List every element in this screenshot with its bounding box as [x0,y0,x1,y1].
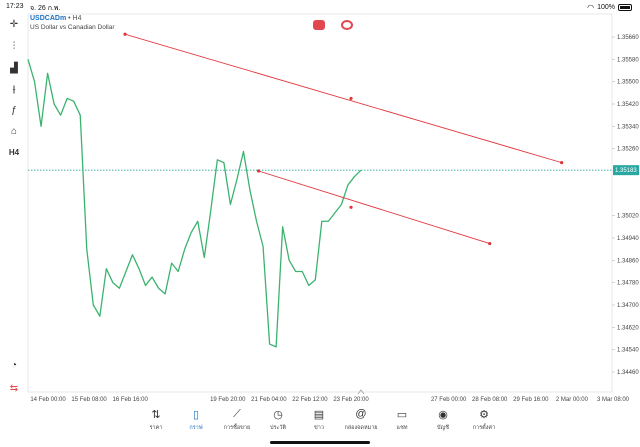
price-tick-label: 1.34780 [617,281,639,287]
price-tick-label: 1.35020 [617,214,639,220]
shapes-icon[interactable]: ⌂ [5,123,23,139]
price-tick-label: 1.35420 [617,102,639,108]
price-chart[interactable]: 1.35660 1.35580 1.35500 1.35420 1.35340 1.352… [0,0,640,404]
trade-chart-icon: ⟋ [233,408,241,420]
trendline-1-anchor [560,161,564,165]
price-tick-label: 1.34460 [617,370,639,376]
news-icon: ▤ [313,409,325,421]
chart-icon: ▯ [192,409,200,421]
nav-label: กล่องจดหมาย [344,425,378,431]
trendline-2-anchor [349,205,353,209]
nav-label: บัญชี [437,425,449,431]
history-icon: ◷ [273,409,283,421]
alerts-icon[interactable]: ◔ [5,357,23,373]
price-tick-label: 1.34860 [617,258,639,264]
time-tick-label: 27 Feb 00:00 [431,397,467,403]
price-tick-label: 1.35260 [617,147,639,153]
price-tick-label: 1.35500 [617,80,639,86]
mailbox-icon: @ [355,408,367,420]
nav-trade[interactable]: ⟋ การซื้อขาย [215,408,259,432]
trendline-2-anchor [488,241,492,246]
price-tick-label: 1.35340 [617,124,639,130]
indicators-icon[interactable]: ▟ [5,60,23,76]
price-tick-label: 1.35580 [617,57,639,63]
nav-quotes[interactable]: ⇅ ราคา [134,408,178,432]
symbol-description: US Dollar vs Canadian Dollar [30,24,115,31]
price-tick-label: 1.34620 [617,325,639,331]
price-tick-label: 1.34540 [617,348,639,354]
nav-label: แชท [396,425,408,431]
settings-icon: ⚙ [479,409,489,421]
quotes-icon: ⇅ [151,409,161,421]
chart-type-icon[interactable]: ⫶ [5,38,23,54]
one-click-trading-icon[interactable] [313,20,325,30]
nav-label: กราฟ [189,425,203,431]
sync-icon[interactable] [341,20,353,30]
price-tick-label: 1.35660 [617,35,639,41]
nav-label: ราคา [149,425,163,431]
symbol-header[interactable]: USDCADm • H4 [30,15,81,22]
nav-news[interactable]: ▤ ข่าว [297,408,341,432]
nav-label: การซื้อขาย [223,425,251,431]
time-tick-label: 15 Feb 08:00 [71,397,107,403]
price-tick-label: 1.34940 [617,236,639,242]
left-toolbar: ✛ ⫶ ▟ ⫲ ƒ ⌂ H4 ◔ ⇆ [0,14,28,394]
trendline-2-anchor [256,169,261,173]
time-tick-label: 14 Feb 00:00 [30,397,66,403]
trendline-1-anchor [123,32,127,36]
nav-history[interactable]: ◷ ประวัติ [256,408,300,432]
trade-icon[interactable]: ⇆ [5,380,23,396]
time-tick-label: 23 Feb 20:00 [333,397,369,403]
time-tick-label: 3 Mar 08:00 [597,397,630,403]
chart-mode-icons [313,20,353,30]
trendline-1 [124,33,562,164]
nav-chat[interactable]: ▭ แชท [380,408,424,432]
time-tick-label: 2 Mar 00:00 [556,397,589,403]
nav-label: ข่าว [314,425,324,431]
nav-settings[interactable]: ⚙ การตั้งค่า [462,408,506,432]
trendline-2 [258,170,490,245]
trendline-1-anchor [349,96,353,101]
objects-icon[interactable]: ⫲ [5,81,23,97]
current-price-label: 1.35183 [615,168,637,174]
crosshair-icon[interactable]: ✛ [5,16,23,32]
time-tick-label: 21 Feb 04:00 [251,397,287,403]
price-tick-label: 1.34700 [617,303,639,309]
time-tick-label: 19 Feb 20:00 [210,397,246,403]
symbol-name: USDCADm [30,15,67,22]
time-tick-label: 28 Feb 08:00 [472,397,508,403]
time-tick-label: 22 Feb 12:00 [292,397,328,403]
time-tick-label: 16 Feb 16:00 [112,397,148,403]
nav-label: ประวัติ [269,425,287,431]
nav-chart[interactable]: ▯ กราฟ [174,408,218,432]
symbol-timeframe: H4 [72,15,82,22]
nav-label: การตั้งค่า [472,425,496,431]
account-icon: ◉ [438,409,448,421]
nav-account[interactable]: ◉ บัญชี [421,408,465,432]
time-tick-label: 29 Feb 16:00 [513,397,549,403]
plot-frame [27,13,613,393]
price-line [27,59,362,348]
nav-mailbox[interactable]: @ กล่องจดหมาย [339,408,383,432]
home-indicator [270,441,370,444]
chat-icon: ▭ [396,409,408,421]
function-icon[interactable]: ƒ [5,102,23,118]
timeframe-button[interactable]: H4 [5,144,23,160]
